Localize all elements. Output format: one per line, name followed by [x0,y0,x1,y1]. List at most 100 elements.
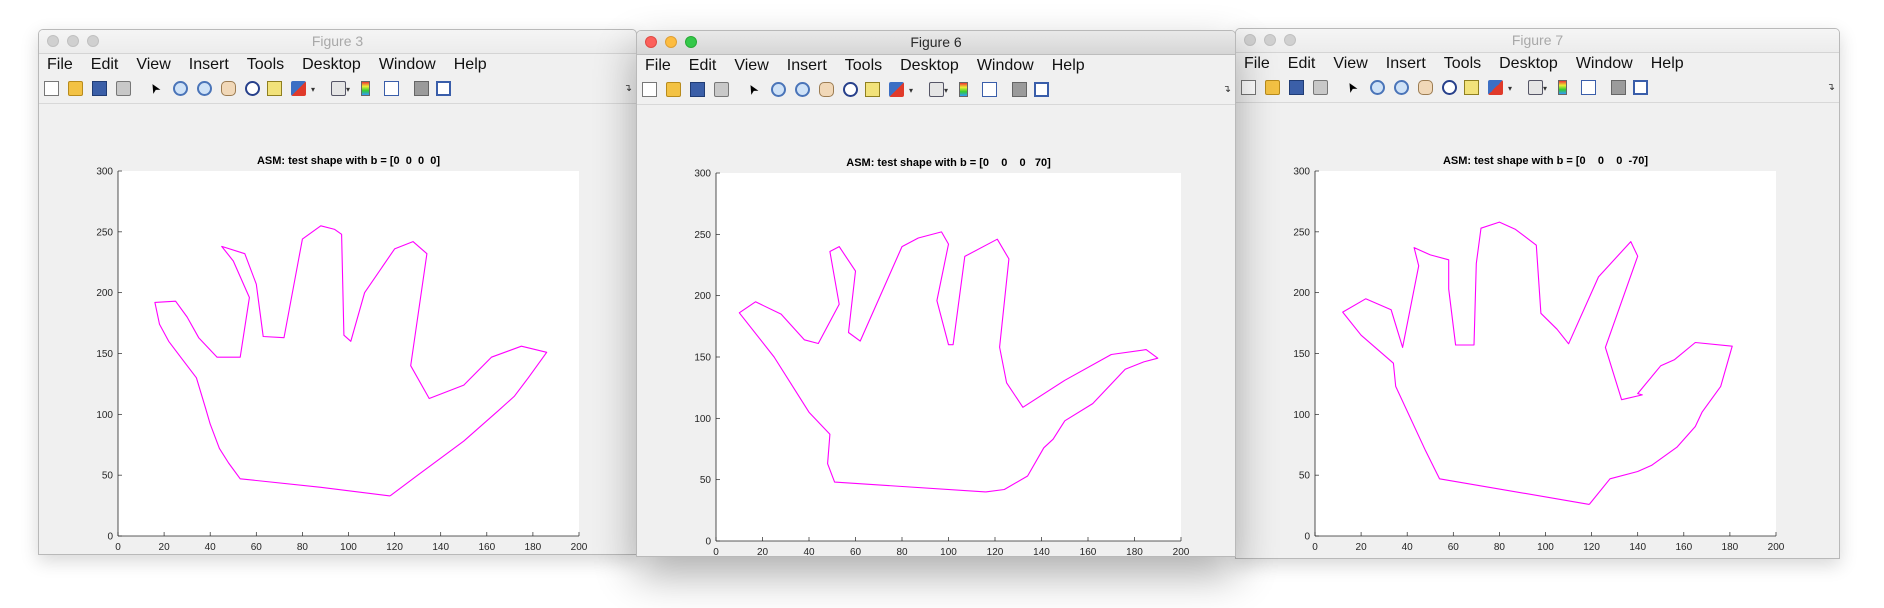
colorbar-icon[interactable] [959,82,968,97]
x-tick-label: 200 [1173,547,1190,556]
menu-edit[interactable]: Edit [1288,55,1316,73]
dock-figure-icon[interactable]: ↴ [1223,84,1231,95]
save-icon[interactable] [1289,80,1304,95]
figure-window[interactable]: Figure 7 File Edit View Insert Tools Desktop W… [1235,28,1840,559]
title-bar[interactable]: Figure 3 [39,30,636,54]
menu-desktop[interactable]: Desktop [1499,55,1558,73]
x-tick-label: 160 [1675,542,1692,553]
pointer-icon[interactable]: ➤ [1341,77,1361,97]
zoom-out-icon[interactable] [197,81,212,96]
legend-icon[interactable] [982,82,997,97]
zoom-out-icon[interactable] [795,82,810,97]
legend-icon[interactable] [1581,80,1596,95]
brush-icon[interactable] [1488,80,1503,95]
link-plot-icon[interactable] [929,82,944,97]
plot-svg[interactable]: ASM: test shape with b = [0 0 0 70] 0 20 40… [637,105,1235,556]
dropdown-arrow-icon[interactable]: ▾ [1508,84,1512,93]
zoom-in-icon[interactable] [1370,80,1385,95]
menu-window[interactable]: Window [1576,55,1633,73]
menu-tools[interactable]: Tools [1444,55,1481,73]
menu-help[interactable]: Help [1651,55,1684,73]
pan-icon[interactable] [1418,80,1433,95]
menu-insert[interactable]: Insert [189,56,229,74]
figure-window[interactable]: Figure 3 File Edit View Insert Tools Desktop W… [38,29,637,555]
dropdown-arrow-icon[interactable]: ▾ [1543,84,1547,93]
show-plot-tools-icon[interactable] [1034,82,1049,97]
data-cursor-icon[interactable] [865,82,880,97]
y-tick-label: 200 [96,288,113,299]
pointer-icon[interactable]: ➤ [742,79,762,99]
menu-window[interactable]: Window [977,57,1034,75]
menu-desktop[interactable]: Desktop [302,56,361,74]
zoom-in-icon[interactable] [173,81,188,96]
axes-background[interactable] [1315,171,1776,536]
print-icon[interactable] [1313,80,1328,95]
save-icon[interactable] [92,81,107,96]
dropdown-arrow-icon[interactable]: ▾ [346,85,350,94]
dock-figure-icon[interactable]: ↴ [624,83,632,94]
menu-view[interactable]: View [136,56,170,74]
colorbar-icon[interactable] [1558,80,1567,95]
link-plot-icon[interactable] [1528,80,1543,95]
legend-icon[interactable] [384,81,399,96]
show-plot-tools-icon[interactable] [1633,80,1648,95]
brush-icon[interactable] [889,82,904,97]
dropdown-arrow-icon[interactable]: ▾ [311,85,315,94]
menu-bar: File Edit View Insert Tools Desktop Window Help [637,55,1235,77]
figure-window[interactable]: Figure 6 File Edit View Insert Tools Desktop W… [636,30,1236,557]
pointer-icon[interactable]: ➤ [144,78,164,98]
title-bar[interactable]: Figure 7 [1236,29,1839,53]
link-plot-icon[interactable] [331,81,346,96]
rotate-3d-icon[interactable] [843,82,858,97]
dropdown-arrow-icon[interactable]: ▾ [944,86,948,95]
brush-icon[interactable] [291,81,306,96]
new-file-icon[interactable] [642,82,657,97]
menu-tools[interactable]: Tools [247,56,284,74]
hide-plot-tools-icon[interactable] [1611,80,1626,95]
menu-view[interactable]: View [734,57,768,75]
print-icon[interactable] [116,81,131,96]
menu-tools[interactable]: Tools [845,57,882,75]
y-tick-label: 50 [700,475,712,486]
axes-background[interactable] [118,171,579,536]
menu-view[interactable]: View [1333,55,1367,73]
save-icon[interactable] [690,82,705,97]
open-folder-icon[interactable] [1265,80,1280,95]
print-icon[interactable] [714,82,729,97]
menu-window[interactable]: Window [379,56,436,74]
dropdown-arrow-icon[interactable]: ▾ [909,86,913,95]
menu-file[interactable]: File [47,56,73,74]
open-folder-icon[interactable] [68,81,83,96]
figure-canvas: ASM: test shape with b = [0 0 0 70] 0 20 40… [637,105,1235,556]
colorbar-icon[interactable] [361,81,370,96]
hide-plot-tools-icon[interactable] [1012,82,1027,97]
menu-help[interactable]: Help [454,56,487,74]
x-tick-label: 140 [1629,542,1646,553]
new-file-icon[interactable] [1241,80,1256,95]
menu-edit[interactable]: Edit [689,57,717,75]
menu-file[interactable]: File [1244,55,1270,73]
pan-icon[interactable] [819,82,834,97]
title-bar[interactable]: Figure 6 [637,31,1235,55]
menu-file[interactable]: File [645,57,671,75]
plot-svg[interactable]: ASM: test shape with b = [0 0 0 0] 0 20 40 6… [39,104,636,554]
data-cursor-icon[interactable] [267,81,282,96]
pan-icon[interactable] [221,81,236,96]
dock-figure-icon[interactable]: ↴ [1827,82,1835,93]
zoom-in-icon[interactable] [771,82,786,97]
menu-desktop[interactable]: Desktop [900,57,959,75]
hide-plot-tools-icon[interactable] [414,81,429,96]
data-cursor-icon[interactable] [1464,80,1479,95]
show-plot-tools-icon[interactable] [436,81,451,96]
menu-help[interactable]: Help [1052,57,1085,75]
rotate-3d-icon[interactable] [1442,80,1457,95]
menu-insert[interactable]: Insert [787,57,827,75]
zoom-out-icon[interactable] [1394,80,1409,95]
plot-svg[interactable]: ASM: test shape with b = [0 0 0 -70] 0 20 4… [1236,103,1839,558]
rotate-3d-icon[interactable] [245,81,260,96]
axes-background[interactable] [716,173,1181,541]
menu-edit[interactable]: Edit [91,56,119,74]
new-file-icon[interactable] [44,81,59,96]
open-folder-icon[interactable] [666,82,681,97]
menu-insert[interactable]: Insert [1386,55,1426,73]
